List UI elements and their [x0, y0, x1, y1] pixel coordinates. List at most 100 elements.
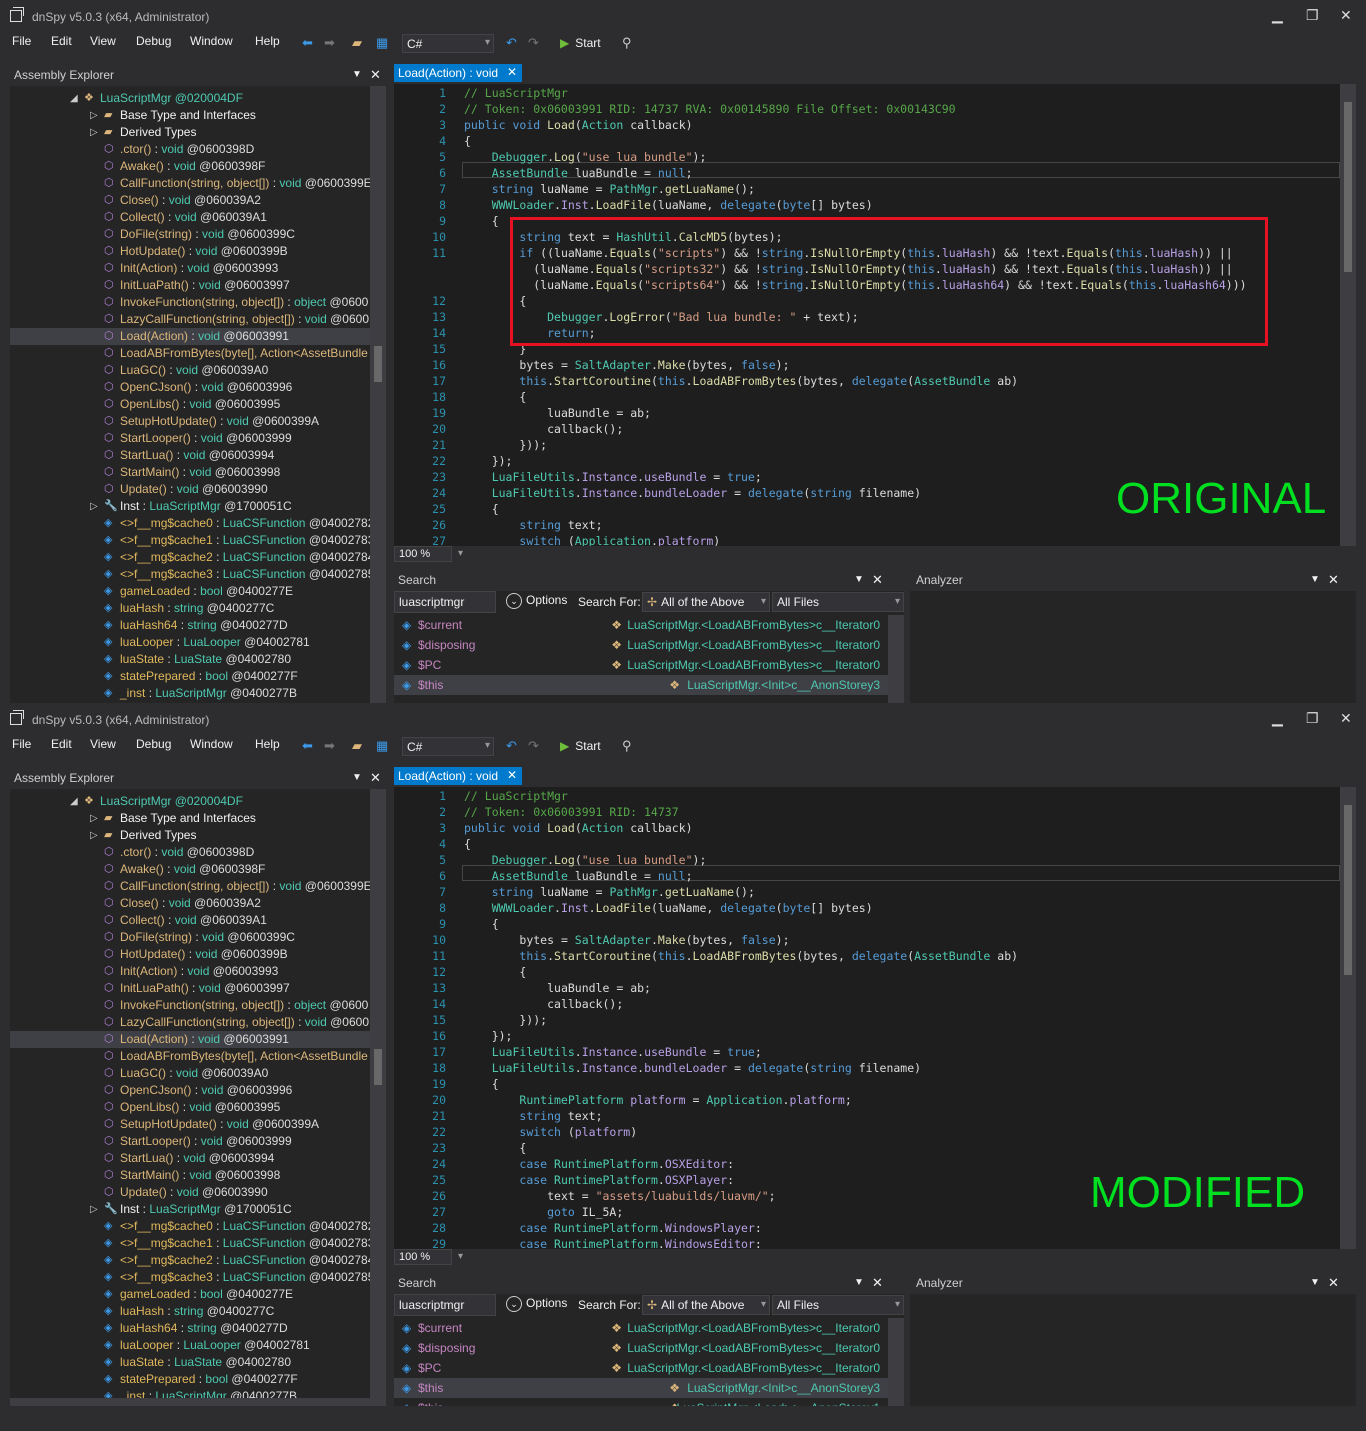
- back-icon[interactable]: ⬅: [302, 35, 313, 51]
- collapsed-arrow-icon[interactable]: ▷: [90, 124, 98, 141]
- expanded-arrow-icon[interactable]: ◢: [70, 90, 78, 107]
- search-for-select[interactable]: ✢ All of the Above: [642, 592, 770, 612]
- tree-item[interactable]: ◈ <>f__mg$cache1 : LuaCSFunction @0400278…: [10, 532, 370, 549]
- tab-close-icon[interactable]: ✕: [507, 768, 517, 782]
- tree-item[interactable]: ◈ gameLoaded : bool @0400277E: [10, 1286, 370, 1303]
- dropdown-arrow-icon[interactable]: ▼: [854, 1277, 864, 1288]
- search-result-row[interactable]: ◈ $this ❖ LuaScriptMgr.<Init>c__AnonStorey3: [394, 1378, 888, 1398]
- tree-item[interactable]: ⬡ OpenLibs() : void @06003995: [10, 1099, 370, 1116]
- tab-load-action[interactable]: Load(Action) : void ✕: [394, 767, 522, 785]
- tree-item[interactable]: ⬡ StartLooper() : void @06003999: [10, 1133, 370, 1150]
- tree-item[interactable]: ⬡ Collect() : void @060039A1: [10, 209, 370, 226]
- open-folder-icon[interactable]: ▰: [352, 35, 362, 51]
- tree-item[interactable]: ◈ _inst : LuaScriptMgr @0400277B: [10, 685, 370, 702]
- search-result-row[interactable]: ◈ $current ❖ LuaScriptMgr.<LoadABFromBytes>…: [394, 1318, 888, 1338]
- collapsed-arrow-icon[interactable]: ▷: [90, 107, 98, 124]
- editor-scrollbar[interactable]: [1340, 84, 1356, 546]
- tree-item[interactable]: ◈ luaState : LuaState @04002780: [10, 1354, 370, 1371]
- tree-item[interactable]: ◈ <>f__mg$cache3 : LuaCSFunction @0400278…: [10, 566, 370, 583]
- menu-edit[interactable]: Edit: [51, 34, 72, 48]
- tree-item[interactable]: ◈ luaHash64 : string @0400277D: [10, 617, 370, 634]
- dropdown-arrow-icon[interactable]: ▼: [352, 772, 362, 783]
- tree-item[interactable]: ◈ <>f__mg$cache2 : LuaCSFunction @0400278…: [10, 549, 370, 566]
- close-icon[interactable]: ✕: [872, 1275, 883, 1291]
- open-list-icon[interactable]: ▦: [376, 738, 388, 754]
- search-input[interactable]: luascriptmgr: [394, 1294, 496, 1316]
- collapsed-arrow-icon[interactable]: ▷: [90, 810, 98, 827]
- options-button[interactable]: ⌄ Options: [506, 593, 567, 609]
- tree-item[interactable]: ⬡ StartLooper() : void @06003999: [10, 430, 370, 447]
- collapsed-arrow-icon[interactable]: ▷: [90, 498, 98, 515]
- redo-icon[interactable]: ↷: [528, 35, 539, 51]
- collapsed-arrow-icon[interactable]: ▷: [90, 1201, 98, 1218]
- search-for-select[interactable]: ✢ All of the Above: [642, 1295, 770, 1315]
- close-icon[interactable]: ✕: [872, 572, 883, 588]
- menu-help[interactable]: Help: [255, 34, 280, 48]
- tree-item[interactable]: ⬡ DoFile(string) : void @0600399C: [10, 226, 370, 243]
- tree-item[interactable]: ◢ ❖ LuaScriptMgr @020004DF: [10, 793, 370, 810]
- dropdown-arrow-icon[interactable]: ▼: [352, 69, 362, 80]
- search-result-row[interactable]: ◈ $disposing ❖ LuaScriptMgr.<LoadABFromByte…: [394, 1338, 888, 1358]
- tree-item[interactable]: ⬡ .ctor() : void @0600398D: [10, 844, 370, 861]
- tree-item[interactable]: ◈ luaLooper : LuaLooper @04002781: [10, 1337, 370, 1354]
- tab-close-icon[interactable]: ✕: [507, 65, 517, 79]
- tree-item[interactable]: ▷ ▰ Base Type and Interfaces: [10, 810, 370, 827]
- assembly-tree-scrollbar[interactable]: [370, 86, 386, 703]
- tree-item[interactable]: ⬡ InvokeFunction(string, object[]) : obje…: [10, 294, 370, 311]
- tree-item[interactable]: ⬡ OpenCJson() : void @06003996: [10, 379, 370, 396]
- tree-item[interactable]: ⬡ StartMain() : void @06003998: [10, 464, 370, 481]
- zoom-select[interactable]: 100 %: [394, 546, 463, 562]
- menu-file[interactable]: File: [12, 34, 31, 48]
- search-results-scrollbar[interactable]: [888, 615, 904, 703]
- tree-item[interactable]: ⬡ InitLuaPath() : void @06003997: [10, 980, 370, 997]
- tree-item[interactable]: ⬡ LazyCallFunction(string, object[]) : vo…: [10, 311, 370, 328]
- forward-icon[interactable]: ➡: [324, 738, 335, 754]
- dropdown-arrow-icon[interactable]: ▼: [854, 574, 864, 585]
- tree-item[interactable]: ◈ luaState : LuaState @04002780: [10, 651, 370, 668]
- search-results-scrollbar[interactable]: [888, 1318, 904, 1406]
- tree-item[interactable]: ◈ <>f__mg$cache2 : LuaCSFunction @0400278…: [10, 1252, 370, 1269]
- tree-item[interactable]: ◈ gameLoaded : bool @0400277E: [10, 583, 370, 600]
- tree-item[interactable]: ◈ luaHash64 : string @0400277D: [10, 1320, 370, 1337]
- tree-item[interactable]: ⬡ StartMain() : void @06003998: [10, 1167, 370, 1184]
- menu-debug[interactable]: Debug: [136, 737, 171, 751]
- tree-item[interactable]: ⬡ Collect() : void @060039A1: [10, 912, 370, 929]
- undo-icon[interactable]: ↶: [506, 35, 517, 51]
- menu-window[interactable]: Window: [190, 34, 233, 48]
- menu-debug[interactable]: Debug: [136, 34, 171, 48]
- tree-item[interactable]: ◈ luaHash : string @0400277C: [10, 600, 370, 617]
- scrollbar-thumb[interactable]: [1344, 805, 1352, 975]
- close-icon[interactable]: ✕: [1328, 1275, 1339, 1291]
- scrollbar-thumb[interactable]: [374, 346, 382, 382]
- search-result-row[interactable]: ◈$this❖LuaScriptMgr.<Load>c__AnonStorey1: [394, 1398, 888, 1406]
- tree-item[interactable]: ⬡ LazyCallFunction(string, object[]) : vo…: [10, 1014, 370, 1031]
- close-icon[interactable]: ✕: [1328, 572, 1339, 588]
- search-result-row[interactable]: ◈ $PC ❖ LuaScriptMgr.<LoadABFromBytes>c__It…: [394, 1358, 888, 1378]
- menu-file[interactable]: File: [12, 737, 31, 751]
- assembly-tree-scrollbar[interactable]: [370, 789, 386, 1406]
- menu-edit[interactable]: Edit: [51, 737, 72, 751]
- menu-view[interactable]: View: [90, 34, 116, 48]
- forward-icon[interactable]: ➡: [324, 35, 335, 51]
- search-result-row[interactable]: ◈ $disposing ❖ LuaScriptMgr.<LoadABFromByte…: [394, 635, 888, 655]
- tree-item[interactable]: ⬡ CallFunction(string, object[]) : void @…: [10, 878, 370, 895]
- close-button[interactable]: ✕: [1340, 8, 1352, 22]
- restore-button[interactable]: ❐: [1306, 711, 1319, 725]
- tree-item[interactable]: ◢ ❖ LuaScriptMgr @020004DF: [10, 90, 370, 107]
- search-icon[interactable]: ⚲: [622, 35, 632, 51]
- tree-item[interactable]: ⬡ InitLuaPath() : void @06003997: [10, 277, 370, 294]
- tree-item[interactable]: ⬡ HotUpdate() : void @0600399B: [10, 243, 370, 260]
- minimize-button[interactable]: ▁: [1272, 8, 1283, 22]
- menu-window[interactable]: Window: [190, 737, 233, 751]
- options-button[interactable]: ⌄ Options: [506, 1296, 567, 1312]
- tree-item[interactable]: ◈ luaLooper : LuaLooper @04002781: [10, 634, 370, 651]
- search-result-row[interactable]: ◈ $current ❖ LuaScriptMgr.<LoadABFromBytes>…: [394, 615, 888, 635]
- tree-item[interactable]: ▷ ▰ Derived Types: [10, 827, 370, 844]
- tree-item[interactable]: ⬡ Load(Action) : void @06003991: [10, 1031, 370, 1048]
- tree-item[interactable]: ⬡ Awake() : void @0600398F: [10, 158, 370, 175]
- tree-item[interactable]: ◈ luaHash : string @0400277C: [10, 1303, 370, 1320]
- back-icon[interactable]: ⬅: [302, 738, 313, 754]
- scope-select[interactable]: All Files: [772, 1295, 904, 1315]
- tree-item[interactable]: ⬡ Awake() : void @0600398F: [10, 861, 370, 878]
- search-result-row[interactable]: ◈ $this ❖ LuaScriptMgr.<Init>c__AnonStorey3: [394, 675, 888, 695]
